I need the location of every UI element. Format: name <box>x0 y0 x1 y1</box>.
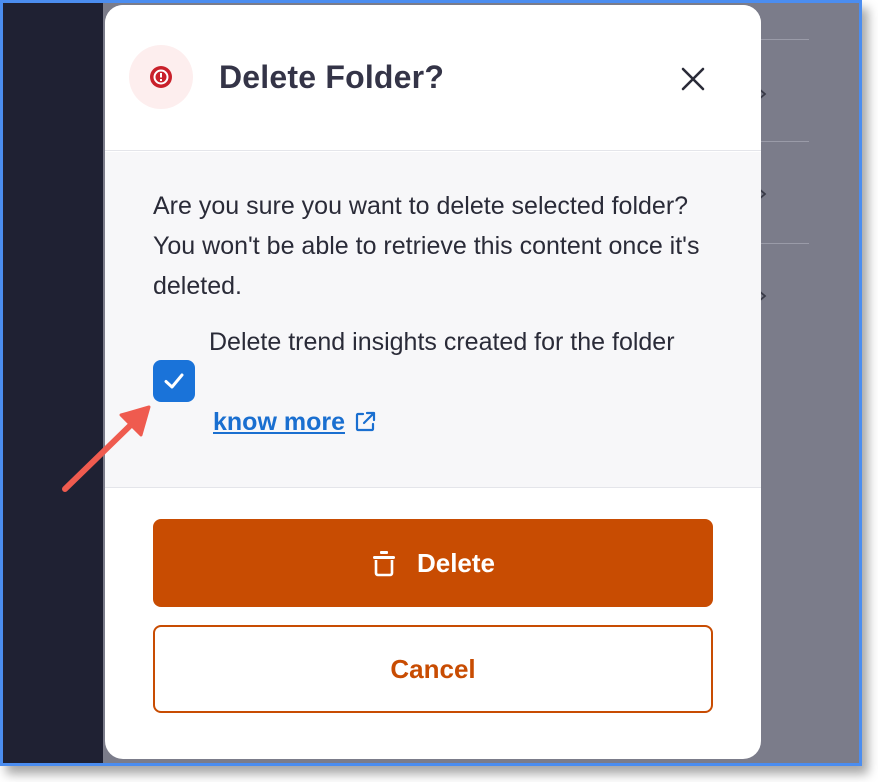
delete-folder-dialog: Delete Folder? Are you sure you want to … <box>105 5 761 759</box>
screenshot-frame: Delete Folder? Are you sure you want to … <box>0 0 862 766</box>
delete-button[interactable]: Delete <box>153 519 713 607</box>
external-link-icon <box>355 411 376 432</box>
close-icon[interactable] <box>677 63 709 95</box>
cancel-button[interactable]: Cancel <box>153 625 713 713</box>
annotation-arrow-icon <box>62 405 151 492</box>
warning-badge <box>129 45 193 109</box>
alert-circle-icon <box>150 66 172 88</box>
trash-icon <box>372 551 395 577</box>
checkmark-icon <box>164 373 184 389</box>
cancel-button-label: Cancel <box>390 653 476 684</box>
dialog-title: Delete Folder? <box>219 59 445 95</box>
delete-button-label: Delete <box>416 547 496 578</box>
dialog-message: Are you sure you want to delete selected… <box>153 192 700 300</box>
know-more-link[interactable]: know more <box>213 402 377 442</box>
know-more-link-text: know more <box>213 408 345 436</box>
dialog-header: Delete Folder? <box>105 5 761 151</box>
left-navigation-rail <box>3 3 103 763</box>
checkbox-label: Delete trend insights created for the fo… <box>209 328 675 356</box>
dialog-body: Are you sure you want to delete selected… <box>105 152 761 488</box>
